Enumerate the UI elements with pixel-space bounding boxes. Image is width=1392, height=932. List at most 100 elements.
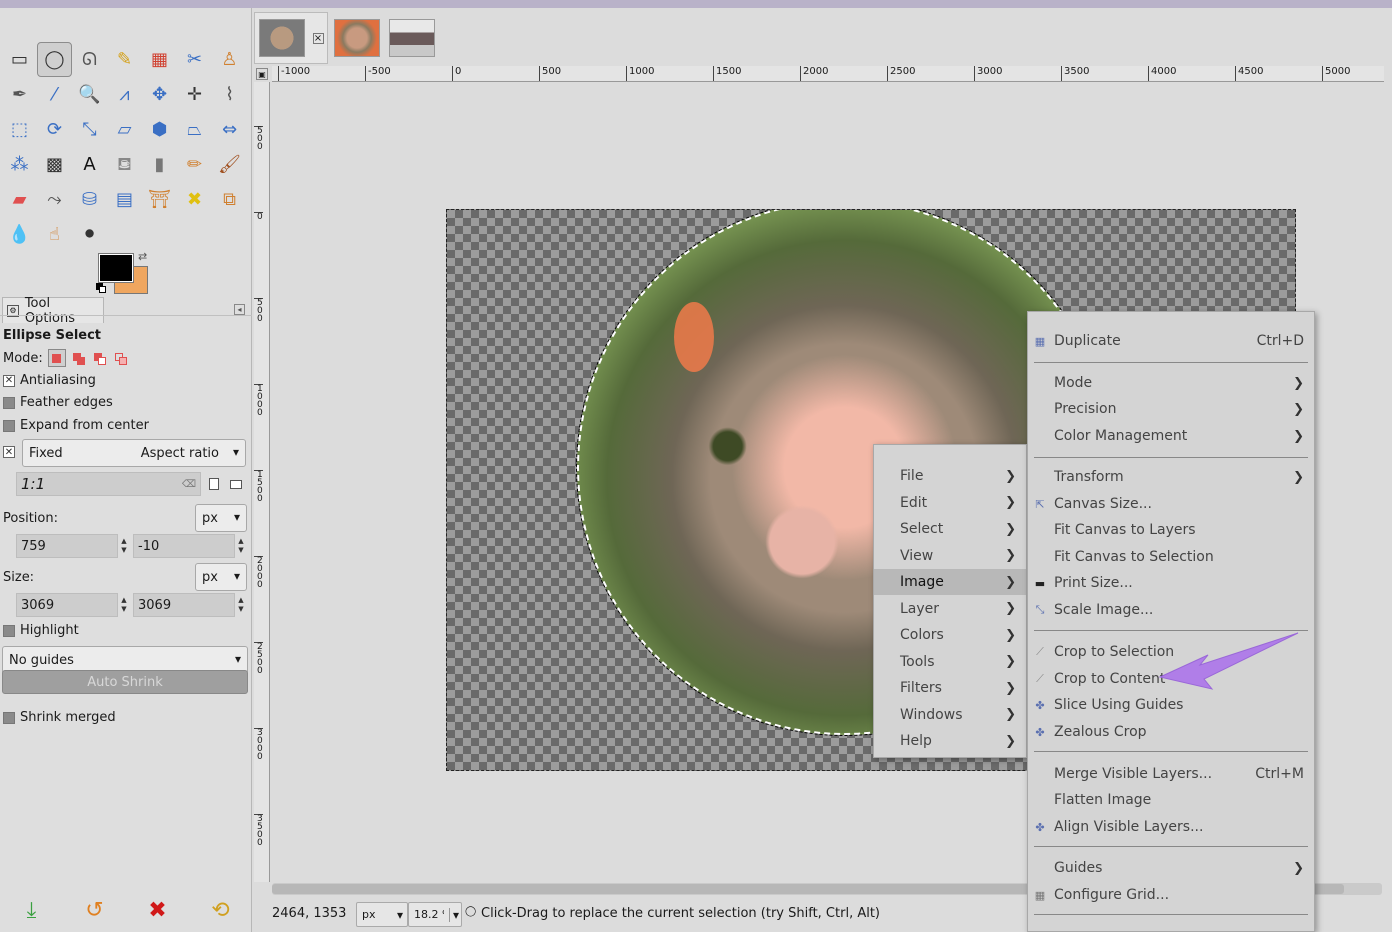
tool-button[interactable]: ⤡ — [72, 112, 107, 147]
tool-button[interactable]: ⏢ — [177, 112, 212, 147]
landscape-icon[interactable] — [230, 480, 242, 489]
tool-button[interactable]: ⁂ — [2, 147, 37, 182]
tool-button[interactable]: 🔍 — [72, 77, 107, 112]
menu-item-duplicate[interactable]: ▦ Duplicate Ctrl+D — [1028, 328, 1314, 354]
clear-icon[interactable]: ⌫ — [182, 479, 196, 490]
tool-button[interactable]: ◯ — [37, 42, 72, 77]
menu-item-select[interactable]: Select ❯ — [874, 516, 1026, 542]
auto-shrink-button[interactable]: Auto Shrink — [2, 670, 248, 694]
tool-button[interactable]: ⛾ — [107, 147, 142, 182]
save-options-icon[interactable]: ⤓ — [17, 898, 47, 923]
menu-item-merge-visible-layers[interactable]: Merge Visible Layers... Ctrl+M — [1028, 761, 1314, 787]
position-x-input[interactable]: 759 — [16, 534, 118, 558]
menu-item-align-visible-layers[interactable]: ✤ Align Visible Layers... — [1028, 814, 1314, 840]
portrait-icon[interactable] — [209, 478, 219, 490]
image-tab-1[interactable]: × — [254, 12, 328, 64]
menu-item-zealous-crop[interactable]: ✤ Zealous Crop — [1028, 719, 1314, 745]
tool-button[interactable]: ♙ — [212, 42, 247, 77]
menu-item-view[interactable]: View ❯ — [874, 543, 1026, 569]
menu-item-tools[interactable]: Tools ❯ — [874, 649, 1026, 675]
tool-button[interactable]: ⚫ — [72, 217, 107, 252]
mode-replace-icon[interactable] — [47, 349, 66, 367]
tool-button[interactable]: ▰ — [2, 182, 37, 217]
menu-item-edit[interactable]: Edit ❯ — [874, 490, 1026, 516]
menu-item-slice-using-guides[interactable]: ✤ Slice Using Guides — [1028, 692, 1314, 718]
tool-button[interactable]: ▩ — [37, 147, 72, 182]
tool-button[interactable]: ᘏ — [72, 42, 107, 77]
size-height-spinner[interactable]: ▲ ▼ — [235, 593, 247, 617]
position-y-spinner[interactable]: ▲ ▼ — [235, 534, 247, 558]
zoom-dropdown[interactable]: 18.2 % ▾ — [408, 902, 462, 927]
tool-button[interactable]: ⬢ — [142, 112, 177, 147]
tool-button[interactable]: ⤳ — [37, 182, 72, 217]
tool-button[interactable]: ⧉ — [212, 182, 247, 217]
tool-button[interactable]: 🖌 — [212, 147, 247, 182]
menu-item-file[interactable]: File ❯ — [874, 463, 1026, 489]
unit-dropdown[interactable]: px ▾ — [356, 902, 408, 927]
tab-menu-icon[interactable]: ◂ — [234, 304, 245, 315]
menu-item-fit-canvas-layers[interactable]: Fit Canvas to Layers — [1028, 517, 1314, 543]
vertical-ruler[interactable]: 500 0 500 1000 1500 2000 2500 3000 3500 — [254, 82, 270, 882]
menu-item-mode[interactable]: Mode ❯ — [1028, 370, 1314, 396]
feather-edges-row[interactable]: Feather edges — [3, 395, 113, 410]
menu-item-guides[interactable]: Guides ❯ — [1028, 855, 1314, 881]
default-colors-icon[interactable] — [96, 283, 106, 293]
tool-button[interactable]: ✏ — [177, 147, 212, 182]
tool-button[interactable]: ▱ — [107, 112, 142, 147]
shrink-merged-row[interactable]: Shrink merged — [3, 710, 116, 725]
tool-button[interactable]: ⛩ — [142, 182, 177, 217]
menu-item-precision[interactable]: Precision ❯ — [1028, 396, 1314, 422]
menu-item-transform[interactable]: Transform ❯ — [1028, 464, 1314, 490]
image-tab-3[interactable] — [386, 12, 438, 64]
expand-from-center-row[interactable]: Expand from center — [3, 418, 149, 433]
menu-item-fit-canvas-selection[interactable]: Fit Canvas to Selection — [1028, 544, 1314, 570]
tool-button[interactable]: ▦ — [142, 42, 177, 77]
delete-options-icon[interactable]: ✖ — [143, 898, 173, 923]
tool-button[interactable]: ⛁ — [72, 182, 107, 217]
tool-button[interactable]: ✂ — [177, 42, 212, 77]
menu-item-canvas-size[interactable]: ⇱ Canvas Size... — [1028, 491, 1314, 517]
menu-item-color-management[interactable]: Color Management ❯ — [1028, 423, 1314, 449]
reset-options-icon[interactable]: ⟲ — [206, 898, 236, 923]
mode-subtract-icon[interactable] — [92, 350, 108, 366]
menu-item-layer[interactable]: Layer ❯ — [874, 596, 1026, 622]
color-area[interactable]: ⇄ — [96, 250, 156, 299]
position-y-input[interactable]: -10 — [133, 534, 235, 558]
menu-item-windows[interactable]: Windows ❯ — [874, 702, 1026, 728]
tool-button[interactable]: ▤ — [107, 182, 142, 217]
tool-button[interactable]: ⬚ — [2, 112, 37, 147]
highlight-checkbox[interactable] — [3, 624, 15, 637]
feather-edges-checkbox[interactable] — [3, 396, 15, 409]
tool-button[interactable]: A — [72, 147, 107, 182]
menu-item-help[interactable]: Help ❯ — [874, 728, 1026, 754]
menu-item-filters[interactable]: Filters ❯ — [874, 675, 1026, 701]
fixed-checkbox[interactable]: ✕ — [3, 446, 15, 458]
tool-button[interactable]: ✖ — [177, 182, 212, 217]
menu-item-scale-image[interactable]: ⤡ Scale Image... — [1028, 597, 1314, 623]
highlight-row[interactable]: Highlight — [3, 623, 79, 638]
fixed-aspect-dropdown[interactable]: Fixed Aspect ratio ▾ — [22, 439, 246, 467]
shrink-merged-checkbox[interactable] — [3, 711, 15, 724]
menu-item-print-size[interactable]: ▬ Print Size... — [1028, 570, 1314, 596]
size-height-input[interactable]: 3069 — [133, 593, 235, 617]
swap-colors-icon[interactable]: ⇄ — [138, 250, 147, 263]
horizontal-ruler[interactable]: -1000 -500 0 500 1000 1500 2000 2500 3000 3500 400… — [272, 66, 1384, 82]
menu-item-flatten-image[interactable]: Flatten Image — [1028, 787, 1314, 813]
tool-button[interactable]: ▭ — [2, 42, 37, 77]
foreground-color-swatch[interactable] — [98, 253, 134, 283]
fixed-checkbox-row[interactable]: ✕ — [3, 446, 15, 458]
size-unit-dropdown[interactable]: px ▾ — [195, 563, 247, 591]
quick-mask-toggle-icon[interactable]: ▣ — [256, 68, 268, 80]
mode-intersect-icon[interactable] — [113, 350, 129, 366]
tool-button[interactable]: ⌇ — [212, 77, 247, 112]
tool-button[interactable]: 💧 — [2, 217, 37, 252]
tool-button[interactable]: ☝ — [37, 217, 72, 252]
menu-item-configure-grid[interactable]: ▦ Configure Grid... — [1028, 882, 1314, 908]
size-width-spinner[interactable]: ▲ ▼ — [118, 593, 130, 617]
tool-button[interactable]: ▮ — [142, 147, 177, 182]
tool-button[interactable]: ⩘ — [107, 77, 142, 112]
antialiasing-row[interactable]: ✕ Antialiasing — [3, 373, 96, 388]
image-tab-2[interactable] — [332, 12, 382, 64]
tool-button[interactable]: ✛ — [177, 77, 212, 112]
menu-item-colors[interactable]: Colors ❯ — [874, 622, 1026, 648]
